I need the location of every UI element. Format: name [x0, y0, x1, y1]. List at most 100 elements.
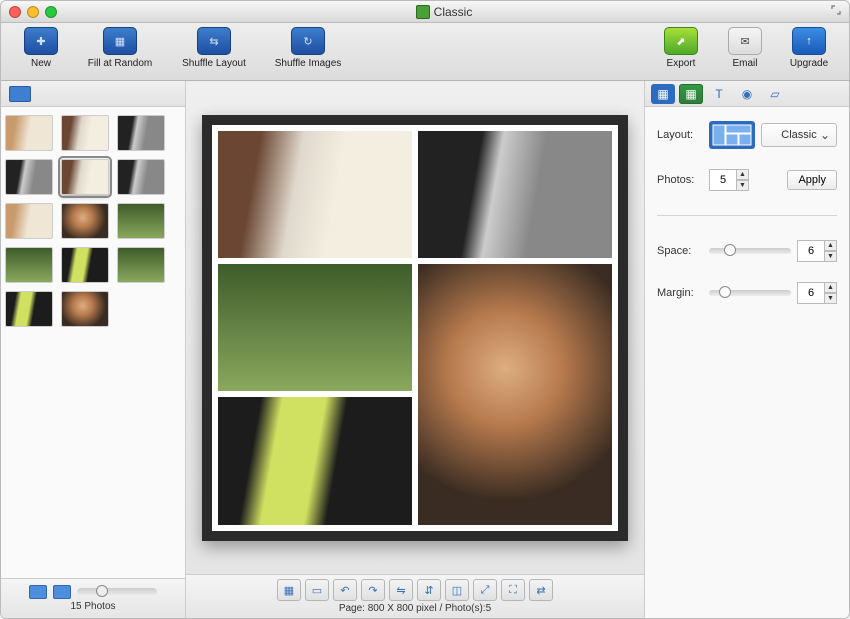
- collage-canvas[interactable]: [202, 115, 628, 541]
- photos-sidebar: 15 Photos: [1, 81, 186, 618]
- thumbnail[interactable]: [61, 247, 109, 283]
- export-icon: ⬈: [664, 27, 698, 55]
- thumbnail[interactable]: [117, 203, 165, 239]
- content-body: 15 Photos ▦ ▭: [1, 81, 849, 618]
- tab-grid[interactable]: ▦: [679, 84, 703, 104]
- collage-cell[interactable]: [218, 131, 412, 258]
- margin-row: Margin: ▲▼: [657, 282, 837, 304]
- photos-stepper[interactable]: ▲▼: [709, 169, 749, 191]
- margin-input[interactable]: [797, 282, 825, 304]
- space-label: Space:: [657, 245, 703, 257]
- canvas-tool-grid[interactable]: ▦: [277, 579, 301, 601]
- export-label: Export: [667, 58, 696, 69]
- apply-button[interactable]: Apply: [787, 170, 837, 190]
- new-icon: ✚: [24, 27, 58, 55]
- thumbnail[interactable]: [5, 203, 53, 239]
- canvas-tool-resize[interactable]: ⤢: [473, 579, 497, 601]
- email-icon: ✉: [728, 27, 762, 55]
- shuffle-images-button[interactable]: ↻ Shuffle Images: [261, 27, 355, 69]
- tab-text[interactable]: T: [707, 84, 731, 104]
- upgrade-button[interactable]: ↑ Upgrade: [777, 27, 841, 69]
- step-up-icon[interactable]: ▲: [737, 169, 749, 180]
- thumbnail[interactable]: [5, 159, 53, 195]
- properties-panel: ▦ ▦ T ◉ ▱ Layout: Classic Photos:: [644, 81, 849, 618]
- thumbnail[interactable]: [117, 247, 165, 283]
- tab-pattern[interactable]: ◉: [735, 84, 759, 104]
- tab-color[interactable]: ▱: [763, 84, 787, 104]
- add-photos-icon[interactable]: [29, 585, 47, 599]
- collage-cell[interactable]: [218, 264, 412, 391]
- margin-label: Margin:: [657, 287, 703, 299]
- canvas-tool-rotate-left[interactable]: ↶: [333, 579, 357, 601]
- thumbnail[interactable]: [61, 291, 109, 327]
- photos-row: Photos: ▲▼ Apply: [657, 169, 837, 191]
- space-stepper[interactable]: ▲▼: [797, 240, 837, 262]
- app-icon: [416, 5, 430, 19]
- canvas-tool-crop[interactable]: ◫: [445, 579, 469, 601]
- email-button[interactable]: ✉ Email: [713, 27, 777, 69]
- space-row: Space: ▲▼: [657, 240, 837, 262]
- app-window: Classic ✚ New ▦ Fill at Random ⇆ Shuffle…: [0, 0, 850, 619]
- tab-layout[interactable]: ▦: [651, 84, 675, 104]
- shuffle-layout-label: Shuffle Layout: [182, 58, 246, 69]
- zoom-window-button[interactable]: [45, 6, 57, 18]
- main-toolbar: ✚ New ▦ Fill at Random ⇆ Shuffle Layout …: [1, 23, 849, 81]
- collage-cell[interactable]: [418, 264, 612, 525]
- photos-tab-icon[interactable]: [9, 86, 31, 102]
- titlebar: Classic: [1, 1, 849, 23]
- export-button[interactable]: ⬈ Export: [649, 27, 713, 69]
- new-button[interactable]: ✚ New: [9, 27, 73, 69]
- step-down-icon[interactable]: ▼: [825, 293, 837, 304]
- space-slider[interactable]: [709, 248, 791, 254]
- canvas-tool-layout[interactable]: ▭: [305, 579, 329, 601]
- fill-random-button[interactable]: ▦ Fill at Random: [73, 27, 167, 69]
- shuffle-images-label: Shuffle Images: [275, 58, 342, 69]
- minimize-window-button[interactable]: [27, 6, 39, 18]
- email-label: Email: [732, 58, 757, 69]
- thumbnail[interactable]: [5, 247, 53, 283]
- canvas-tool-rotate-right[interactable]: ↷: [361, 579, 385, 601]
- new-label: New: [31, 58, 51, 69]
- expand-icon[interactable]: [831, 5, 841, 18]
- traffic-lights: [9, 6, 57, 18]
- window-title: Classic: [434, 5, 473, 19]
- step-down-icon[interactable]: ▼: [825, 251, 837, 262]
- close-window-button[interactable]: [9, 6, 21, 18]
- thumbnail[interactable]: [5, 115, 53, 151]
- canvas-tool-flip-h[interactable]: ⇋: [389, 579, 413, 601]
- thumbnail-grid[interactable]: [1, 107, 185, 578]
- panel-tabs: ▦ ▦ T ◉ ▱: [645, 81, 849, 107]
- canvas-tool-flip-v[interactable]: ⇵: [417, 579, 441, 601]
- upgrade-label: Upgrade: [790, 58, 828, 69]
- layout-preview-icon[interactable]: [709, 121, 755, 149]
- photo-count: 15 Photos: [70, 601, 115, 612]
- layout-label: Layout:: [657, 129, 703, 141]
- sidebar-footer: 15 Photos: [1, 578, 185, 618]
- thumbnail[interactable]: [61, 203, 109, 239]
- thumbnail[interactable]: [117, 159, 165, 195]
- sidebar-header: [1, 81, 185, 107]
- margin-stepper[interactable]: ▲▼: [797, 282, 837, 304]
- photos-input[interactable]: [709, 169, 737, 191]
- space-input[interactable]: [797, 240, 825, 262]
- shuffle-layout-icon: ⇆: [197, 27, 231, 55]
- thumbnail-selected[interactable]: [61, 159, 109, 195]
- collage-cell[interactable]: [418, 131, 612, 258]
- title-center: Classic: [57, 5, 831, 19]
- thumbnail[interactable]: [117, 115, 165, 151]
- remove-photos-icon[interactable]: [53, 585, 71, 599]
- margin-slider[interactable]: [709, 290, 791, 296]
- layout-select[interactable]: Classic: [761, 123, 837, 147]
- step-down-icon[interactable]: ▼: [737, 180, 749, 191]
- step-up-icon[interactable]: ▲: [825, 240, 837, 251]
- shuffle-layout-button[interactable]: ⇆ Shuffle Layout: [167, 27, 261, 69]
- fill-random-label: Fill at Random: [88, 58, 152, 69]
- canvas-area: ▦ ▭ ↶ ↷ ⇋ ⇵ ◫ ⤢ ⛶ ⇄ Page: 800 X 800 pixe…: [186, 81, 644, 618]
- canvas-tool-swap[interactable]: ⇄: [529, 579, 553, 601]
- thumbnail-zoom-slider[interactable]: [77, 588, 157, 596]
- collage-cell[interactable]: [218, 397, 412, 524]
- thumbnail[interactable]: [5, 291, 53, 327]
- thumbnail[interactable]: [61, 115, 109, 151]
- canvas-tool-fit[interactable]: ⛶: [501, 579, 525, 601]
- step-up-icon[interactable]: ▲: [825, 282, 837, 293]
